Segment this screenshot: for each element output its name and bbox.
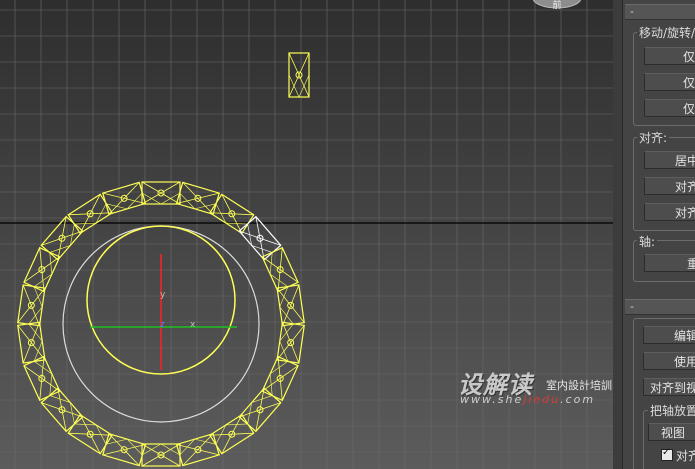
- ring-element[interactable]: [102, 181, 147, 215]
- ring-element[interactable]: [141, 443, 181, 467]
- reset-pivot-button[interactable]: 重: [644, 254, 695, 272]
- ring-element[interactable]: [23, 246, 61, 293]
- ring-element[interactable]: [23, 355, 61, 402]
- align-to-view-button[interactable]: 对齐到视: [643, 378, 695, 396]
- viewcube[interactable]: 前: [532, 0, 582, 11]
- panel-seam: [613, 0, 623, 469]
- place-pivot-label: 把轴放置: [648, 402, 695, 419]
- collapse-icon: -: [630, 5, 634, 18]
- ring-element[interactable]: [102, 433, 147, 467]
- ring-element[interactable]: [175, 433, 220, 467]
- adjust-pivot-rollout-header[interactable]: - 调: [625, 4, 695, 20]
- ring-element[interactable]: [141, 181, 181, 205]
- ring-element[interactable]: [209, 193, 255, 235]
- center-to-object-button[interactable]: 居中: [644, 151, 695, 169]
- align-to-object-button[interactable]: 对齐: [644, 177, 695, 195]
- ring-element[interactable]: [209, 413, 255, 455]
- lone-element: [288, 52, 310, 98]
- align-checkbox-label: 对齐: [676, 449, 695, 463]
- x-axis-label: x: [190, 320, 196, 330]
- command-panel: - 调 移动/旋转/ 仅影 仅影 仅影 对齐: 居中 对齐 对齐 轴: 重 - …: [613, 0, 695, 469]
- app-window: 前 y z x 设解读 室内設計培訓 www.shejiedu.com - 调: [0, 0, 695, 469]
- align-label: 对齐:: [637, 129, 670, 146]
- move-rotate-label: 移动/旋转/: [637, 24, 695, 41]
- viewcube-front-label: 前: [552, 0, 561, 11]
- ring-element[interactable]: [67, 413, 113, 455]
- axis-label: 轴:: [637, 233, 658, 250]
- collapse-icon: -: [630, 300, 634, 313]
- z-axis-label: z: [160, 320, 165, 330]
- watermark-url: www.shejiedu.com: [460, 393, 596, 406]
- view-button[interactable]: 视图: [648, 423, 695, 441]
- ring-element[interactable]: [238, 387, 282, 433]
- ring-element[interactable]: [276, 284, 305, 327]
- align-checkbox[interactable]: [661, 447, 673, 461]
- affect-pivot-only-button[interactable]: 仅影: [644, 47, 695, 65]
- align-to-world-button[interactable]: 对齐: [644, 203, 695, 221]
- ring-element[interactable]: [261, 355, 299, 402]
- ring-element[interactable]: [261, 246, 299, 293]
- ring-element[interactable]: [175, 181, 220, 215]
- ring-element[interactable]: [67, 193, 113, 235]
- working-pivot-rollout-header[interactable]: - 工: [625, 299, 695, 315]
- use-working-pivot-button[interactable]: 使用: [643, 352, 695, 370]
- affect-object-only-button[interactable]: 仅影: [644, 73, 695, 91]
- affect-hierarchy-only-button[interactable]: 仅影: [644, 99, 695, 117]
- ring-element[interactable]: [40, 387, 84, 433]
- lone-element[interactable]: [288, 52, 310, 98]
- ring-element[interactable]: [276, 321, 305, 364]
- y-axis-label: y: [160, 290, 166, 300]
- watermark-subtitle: 室内設計培訓: [546, 379, 612, 392]
- edit-working-pivot-button[interactable]: 编辑: [643, 326, 695, 344]
